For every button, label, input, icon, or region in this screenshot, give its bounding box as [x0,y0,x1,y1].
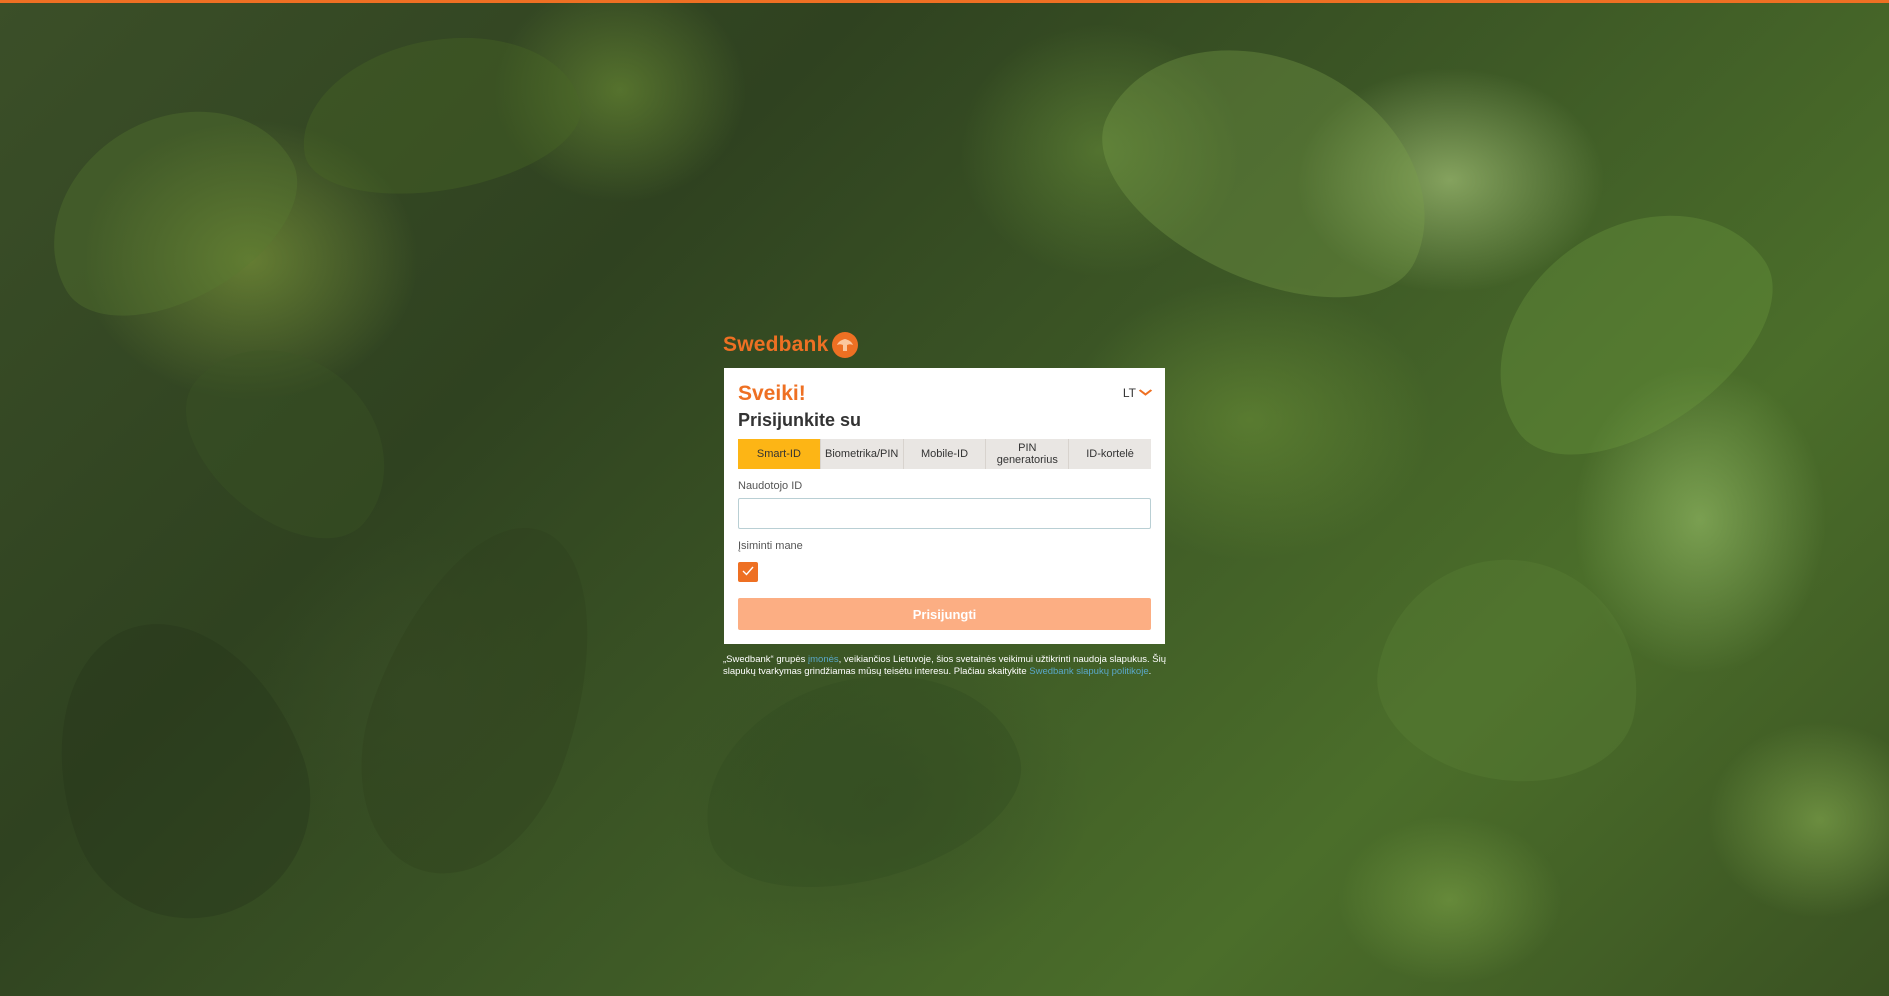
top-accent-bar [0,0,1889,3]
background-leaf [1362,539,1658,801]
background-leaf [1449,162,1811,498]
login-button[interactable]: Prisijungti [738,598,1151,630]
login-page: Swedbank Sveiki! LT Prisijunkite su Smar… [0,0,1889,996]
background-leaf [154,308,426,572]
remember-me-checkbox[interactable] [738,562,758,582]
language-label: LT [1122,386,1136,400]
login-method-tabs: Smart-ID Biometrika/PIN Mobile-ID PIN ge… [738,439,1151,469]
login-subtitle: Prisijunkite su [738,410,862,430]
background-leaf [15,588,345,952]
cookie-notice: „Swedbank“ grupės įmonės, veikiančios Li… [723,654,1183,678]
background-leaf [679,641,1041,919]
cookie-text-1: „Swedbank“ grupės [723,654,809,665]
background-leaf [12,67,328,353]
language-selector[interactable]: LT [1122,386,1153,400]
cookie-text-3: . [1148,666,1152,677]
remember-me-label: Įsiminti mane [738,540,803,552]
swedbank-oak-icon [832,332,859,358]
user-id-label: Naudotojo ID [738,480,803,492]
tab-mobile-id[interactable]: Mobile-ID [904,439,987,469]
tab-id-card[interactable]: ID-kortelė [1069,439,1151,469]
chevron-down-icon [1138,387,1153,399]
checkmark-icon [742,563,754,581]
greeting-title: Sveiki! [738,382,806,405]
background-leaf [324,496,636,904]
swedbank-logo[interactable]: Swedbank [723,332,859,358]
companies-link[interactable]: įmonės [808,654,839,665]
background-leaf [1069,0,1471,342]
cookie-policy-link[interactable]: Swedbank slapukų politikoje [1029,666,1148,677]
user-id-input[interactable] [738,498,1151,529]
logo-text: Swedbank [723,333,829,356]
tab-biometrics-pin[interactable]: Biometrika/PIN [821,439,904,469]
background-leaf [289,16,591,214]
tab-pin-generator[interactable]: PIN generatorius [986,439,1070,469]
tab-smart-id[interactable]: Smart-ID [738,439,821,469]
login-card: Sveiki! LT Prisijunkite su Smart-ID Biom… [724,368,1165,644]
